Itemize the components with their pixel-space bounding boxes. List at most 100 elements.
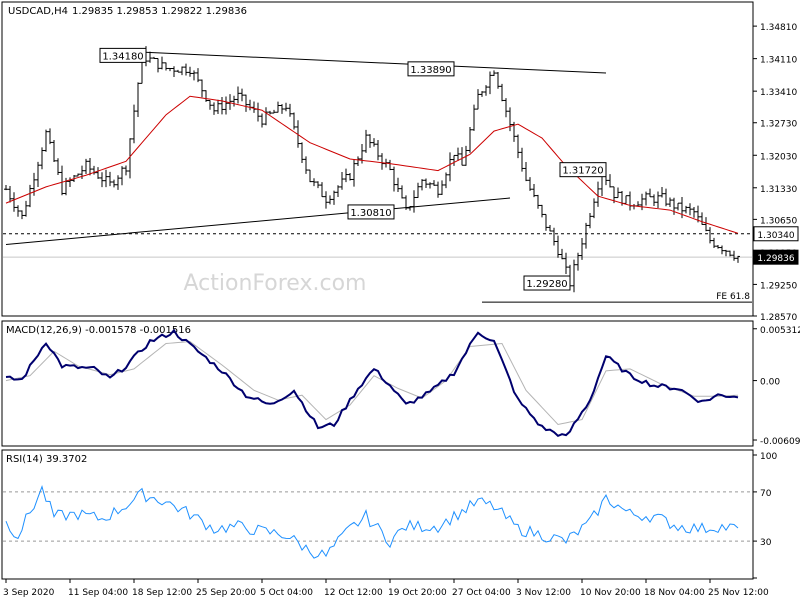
price-bar	[608, 174, 612, 188]
price-annotation-label: 1.33890	[410, 65, 451, 76]
price-bar	[292, 112, 296, 130]
price-bar	[516, 134, 520, 159]
price-bar	[488, 71, 492, 95]
price-bar	[288, 103, 292, 117]
price-bar	[556, 235, 560, 258]
price-bar	[240, 88, 244, 102]
price-bar	[616, 187, 620, 199]
price-bar	[560, 248, 564, 260]
price-bar	[12, 192, 16, 212]
price-tick-label: 1.28570	[760, 313, 797, 323]
price-bar	[152, 56, 156, 60]
rsi-panel-frame	[1, 449, 754, 580]
price-bar	[40, 147, 44, 170]
price-bar	[68, 177, 72, 188]
price-annotation-label: 1.30810	[350, 208, 391, 219]
time-tick-label: 18 Nov 04:00	[644, 588, 705, 598]
price-bar	[148, 51, 152, 63]
price-bar	[232, 95, 236, 107]
price-annotation-label: 1.34180	[102, 51, 143, 62]
price-bar	[652, 194, 656, 207]
price-bar	[720, 245, 724, 255]
price-bar	[548, 225, 552, 232]
price-bar	[536, 194, 540, 209]
chart-window: ActionForex.com USDCAD,H4 1.29835 1.2985…	[0, 0, 800, 600]
price-bar	[712, 237, 716, 249]
price-bar	[628, 191, 632, 211]
price-bar	[200, 79, 204, 98]
price-bar	[196, 68, 200, 83]
price-bar	[184, 63, 188, 76]
price-bar	[392, 166, 396, 192]
macd-signal-line	[5, 341, 739, 426]
price-bar	[640, 193, 644, 211]
price-bar	[112, 179, 116, 188]
price-bar	[704, 217, 708, 232]
price-bar	[676, 202, 680, 211]
macd-plot	[5, 328, 739, 438]
price-bar	[16, 205, 20, 217]
price-bar	[588, 213, 592, 229]
price-bar	[468, 127, 472, 153]
price-bar	[204, 90, 208, 102]
price-bar	[108, 171, 112, 187]
time-tick-label: 19 Oct 20:00	[388, 588, 447, 598]
time-tick-label: 3 Sep 2020	[3, 588, 55, 598]
price-bar	[592, 198, 596, 219]
price-bar	[692, 206, 696, 218]
price-bar	[284, 102, 288, 112]
price-bar	[664, 188, 668, 207]
watermark: ActionForex.com	[184, 271, 367, 296]
price-bar	[576, 252, 580, 271]
price-bar	[320, 182, 324, 198]
price-bar	[264, 107, 268, 126]
price-bar	[308, 169, 312, 183]
price-bar	[340, 171, 344, 190]
chart-canvas: ActionForex.com USDCAD,H4 1.29835 1.2985…	[1, 1, 800, 598]
price-bar	[244, 94, 248, 112]
price-bar	[660, 187, 664, 198]
trendline	[141, 51, 607, 74]
price-bar	[364, 129, 368, 153]
price-bar	[56, 158, 60, 176]
price-bar	[28, 184, 32, 208]
price-bar	[224, 96, 228, 115]
price-bar	[492, 70, 496, 76]
price-bar	[452, 154, 456, 166]
price-bar	[424, 178, 428, 189]
price-bar	[376, 140, 380, 161]
price-bar	[476, 89, 480, 110]
price-bar	[416, 182, 420, 198]
price-tick-label: 1.30650	[760, 216, 797, 226]
price-bar	[632, 203, 636, 210]
price-bar	[48, 128, 52, 145]
time-tick-label: 5 Oct 04:00	[260, 588, 313, 598]
price-bar	[584, 222, 588, 249]
price-bar	[104, 169, 108, 188]
price-bar	[656, 191, 660, 208]
fe-label: FE 61.8	[716, 292, 750, 302]
current-price-label: 1.30340	[757, 231, 794, 241]
price-bar	[4, 185, 8, 191]
price-bar	[96, 167, 100, 179]
price-bar	[380, 153, 384, 170]
price-plot	[3, 46, 752, 303]
symbol-label: USDCAD,H4	[8, 6, 68, 17]
price-bar	[24, 200, 28, 217]
price-tick-label: 1.34810	[760, 23, 797, 33]
price-bar	[504, 98, 508, 118]
time-tick-label: 25 Nov 12:00	[708, 588, 769, 598]
price-bar	[312, 178, 316, 187]
price-bar	[348, 172, 352, 181]
price-annotation-label: 1.29280	[526, 279, 567, 290]
price-bar	[420, 179, 424, 191]
price-bar	[368, 134, 372, 148]
price-bar	[732, 250, 736, 261]
price-bar	[60, 165, 64, 196]
price-bar	[160, 56, 164, 70]
price-bar	[644, 191, 648, 206]
price-bar	[708, 227, 712, 244]
price-bar	[212, 102, 216, 115]
price-bar	[168, 67, 172, 72]
price-bar	[8, 185, 12, 203]
